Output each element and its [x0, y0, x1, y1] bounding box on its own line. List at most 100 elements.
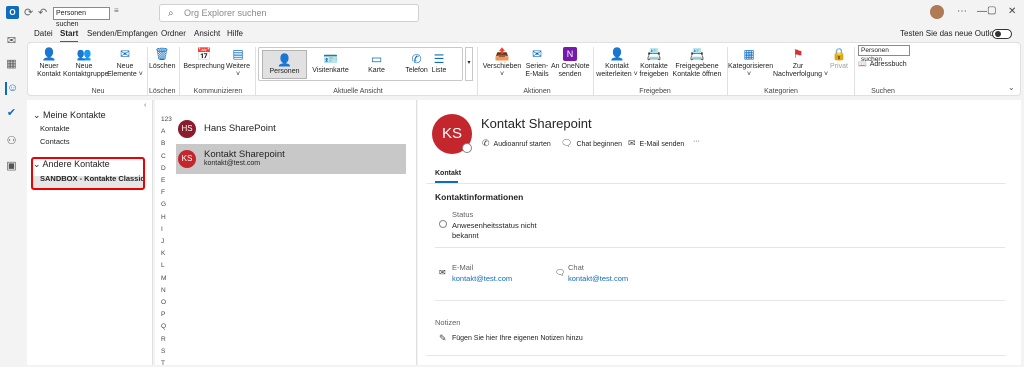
chat-button[interactable]: 🗨 Chat beginnen — [561, 138, 622, 149]
folder-item-contacts[interactable]: Contacts — [40, 137, 70, 146]
alphabet-letter[interactable]: F — [161, 189, 171, 196]
alphabet-letter[interactable]: L — [161, 262, 171, 269]
email-icon: ✉ — [439, 268, 446, 277]
share-contacts-icon: 📇 — [646, 47, 662, 61]
alphabet-letter[interactable]: N — [161, 287, 171, 294]
new-group-label-1: Neue — [75, 63, 93, 70]
collapse-ribbon-icon[interactable]: ⌄ — [1008, 83, 1015, 92]
alphabet-letter[interactable]: K — [161, 250, 171, 257]
collapse-pane-icon[interactable]: ‹ — [144, 102, 146, 109]
chat-value[interactable]: kontakt@test.com — [568, 274, 628, 283]
alphabet-letter[interactable]: 123 — [161, 116, 172, 123]
categorize-button[interactable]: ▦ Kategorisieren ˅ — [728, 47, 774, 79]
sync-icon[interactable]: ⟳ — [24, 6, 33, 19]
group-label-freigeben: Freigeben — [639, 88, 671, 95]
view-karte[interactable]: ▭ Karte — [354, 50, 399, 79]
address-book-button[interactable]: 📖 Adressbuch — [858, 60, 907, 68]
lock-icon: 🔒 — [831, 47, 847, 61]
alphabet-letter[interactable]: C — [161, 153, 171, 160]
group-label-aktuelle-ansicht: Aktuelle Ansicht — [333, 88, 383, 95]
apps-icon[interactable]: ▣ — [5, 160, 18, 173]
tab-kontakt[interactable]: Kontakt — [435, 170, 461, 177]
contact-email: kontakt@test.com — [204, 160, 261, 167]
group-label-neu: Neu — [91, 88, 105, 95]
share-contacts-button[interactable]: 📇 Kontakte freigeben — [639, 47, 669, 79]
alphabet-letter[interactable]: M — [161, 275, 171, 282]
maximize-icon[interactable]: ▢ — [987, 5, 996, 16]
flag-icon: ⚑ — [792, 47, 804, 61]
email-value[interactable]: kontakt@test.com — [452, 274, 512, 283]
alphabet-letter[interactable]: G — [161, 201, 171, 208]
customize-toolbar-icon[interactable]: ≡ — [114, 6, 119, 15]
more-actions-button[interactable]: ··· — [693, 138, 700, 145]
minimize-icon[interactable]: — — [977, 6, 987, 17]
view-visitenkarte[interactable]: 🪪 Visitenkarte — [308, 50, 353, 79]
private-button[interactable]: 🔒 Privat — [826, 47, 852, 71]
new-items-button[interactable]: ✉ Neue Elemente ˅ — [107, 47, 143, 79]
quick-people-search[interactable]: Personen suchen — [53, 7, 110, 28]
section-title: Kontaktinformationen — [435, 192, 524, 202]
audio-call-button[interactable]: ✆ Audioanruf starten — [482, 138, 551, 149]
folder-group-my-contacts[interactable]: ⌄ Meine Kontakte — [33, 110, 106, 121]
send-to-onenote-button[interactable]: N An OneNote senden — [551, 47, 590, 79]
group-label-kategorien: Kategorien — [764, 88, 798, 95]
highlight-box — [31, 157, 145, 190]
alphabet-letter[interactable]: A — [161, 128, 171, 135]
new-contact-button[interactable]: 👤 Neuer Kontakt — [34, 47, 64, 79]
view-karte-label: Karte — [368, 67, 385, 74]
mail-icon[interactable]: ✉ — [5, 35, 18, 48]
list-item[interactable]: KS Kontakt Sharepoint kontakt@test.com — [176, 144, 406, 174]
current-view-gallery: 👤 Personen 🪪 Visitenkarte ▭ Karte ✆ Tele… — [258, 47, 463, 81]
alphabet-letter[interactable]: H — [161, 214, 171, 221]
open-shared-contacts-button[interactable]: 📇 Freigegebene Kontakte öffnen — [671, 47, 723, 79]
people-search-input[interactable]: Personen suchen — [858, 45, 910, 63]
follow-up-button[interactable]: ⚑ Zur Nachverfolgung ˅ — [773, 47, 828, 79]
tasks-icon[interactable]: ✔ — [5, 107, 18, 120]
new-contact-group-button[interactable]: 👥 Neue Kontaktgruppe — [63, 47, 109, 79]
undo-icon[interactable]: ↶ — [38, 6, 47, 19]
view-gallery-expand[interactable]: ▾ — [465, 47, 473, 81]
alphabet-letter[interactable]: E — [161, 177, 171, 184]
alphabet-letter[interactable]: B — [161, 140, 171, 147]
tab-ansicht[interactable]: Ansicht — [194, 27, 220, 41]
alphabet-letter[interactable]: O — [161, 299, 171, 306]
people-icon[interactable]: ☺ — [5, 82, 18, 95]
meeting-button[interactable]: 📅 Besprechung — [183, 47, 225, 71]
alphabet-letter[interactable]: R — [161, 336, 171, 343]
avatar[interactable] — [930, 5, 944, 19]
send-email-button[interactable]: ✉ E-Mail senden — [628, 138, 684, 149]
share-label-1: Kontakte — [640, 63, 668, 70]
tab-hilfe[interactable]: Hilfe — [227, 27, 243, 41]
view-visitenkarte-label: Visitenkarte — [312, 67, 349, 74]
close-icon[interactable]: ✕ — [1008, 6, 1016, 17]
try-new-outlook-toggle[interactable] — [992, 29, 1012, 39]
followup-label-2: Nachverfolgung ˅ — [773, 71, 829, 78]
more-communicate-button[interactable]: ▤ Weitere ˅ — [225, 47, 251, 79]
forward-contact-button[interactable]: 👤 Kontakt weiterleiten ˅ — [596, 47, 638, 79]
tab-datei[interactable]: Datei — [34, 27, 53, 41]
categorize-label-1: Kategorisieren — [728, 63, 774, 70]
delete-button[interactable]: 🗑 Löschen — [149, 47, 175, 71]
list-item[interactable]: HS Hans SharePoint — [176, 114, 406, 144]
folder-item-kontakte[interactable]: Kontakte — [40, 124, 70, 133]
search-input[interactable]: ⌕ Org Explorer suchen — [159, 4, 419, 22]
alphabet-letter[interactable]: J — [161, 238, 171, 245]
tab-senden-empfangen[interactable]: Senden/Empfangen — [87, 27, 158, 41]
mail-merge-button[interactable]: ✉ Serien- E-Mails — [523, 47, 551, 79]
more-options-icon[interactable]: ⋯ — [957, 6, 967, 17]
calendar-icon[interactable]: ▦ — [5, 58, 18, 71]
alphabet-letter[interactable]: D — [161, 165, 171, 172]
view-liste[interactable]: ☰ Liste — [424, 50, 454, 79]
tab-ordner[interactable]: Ordner — [161, 27, 186, 41]
view-personen[interactable]: 👤 Personen — [262, 50, 307, 79]
tab-start[interactable]: Start — [60, 27, 79, 43]
alphabet-letter[interactable]: Q — [161, 323, 171, 330]
move-button[interactable]: 📤 Verschieben ˅ — [482, 47, 522, 79]
alphabet-letter[interactable]: P — [161, 311, 171, 318]
alphabet-letter[interactable]: S — [161, 348, 171, 355]
alphabet-letter[interactable]: I — [161, 226, 171, 233]
org-explorer-icon[interactable]: ⚇ — [5, 135, 18, 148]
mail-icon: ✉ — [628, 138, 636, 148]
alphabet-letter[interactable]: T — [161, 360, 171, 367]
notes-input[interactable]: Fügen Sie hier Ihre eigenen Notizen hinz… — [452, 335, 583, 342]
